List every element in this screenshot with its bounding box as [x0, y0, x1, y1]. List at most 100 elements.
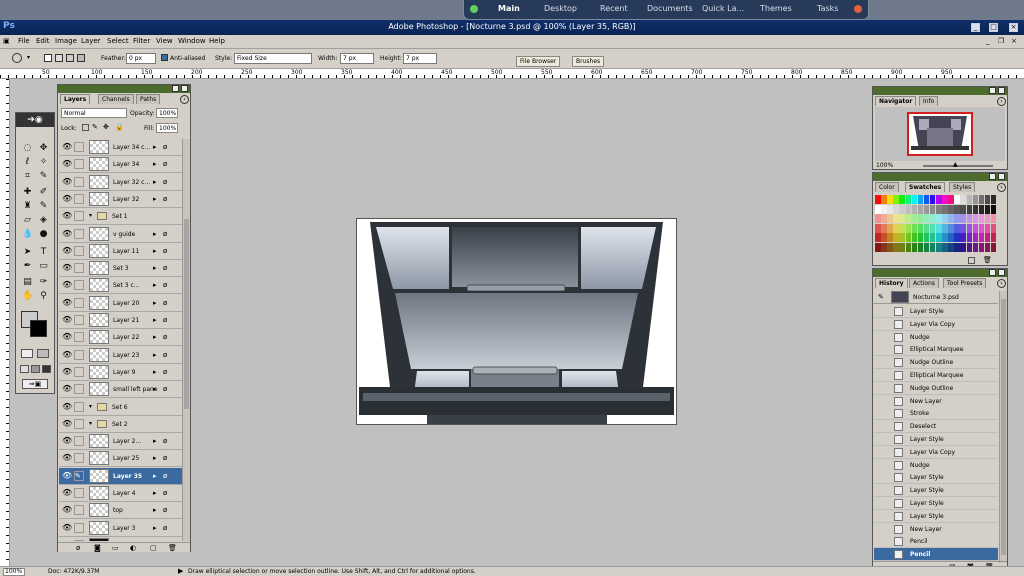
- color-swatch[interactable]: [936, 223, 942, 233]
- layer-effects-icon[interactable]: ø: [163, 247, 171, 255]
- color-swatch[interactable]: [984, 223, 991, 233]
- color-swatch[interactable]: [893, 242, 899, 252]
- layer-effects-icon[interactable]: ø: [163, 351, 171, 359]
- visibility-eye-icon[interactable]: 👁: [62, 419, 72, 428]
- layer-effects-icon[interactable]: ø: [163, 524, 171, 532]
- tab-layers[interactable]: Layers: [60, 94, 91, 104]
- snapshot-row[interactable]: ✎ Nocturne 3.psd: [874, 290, 998, 304]
- color-swatch[interactable]: [929, 223, 936, 233]
- layer-row[interactable]: 👁 Layer 11 ▸ ø: [59, 242, 188, 260]
- color-swatch[interactable]: [972, 223, 979, 233]
- history-menu-icon[interactable]: ›: [997, 279, 1006, 288]
- color-swatch[interactable]: [929, 233, 936, 242]
- color-swatch[interactable]: [929, 204, 936, 214]
- link-box[interactable]: [74, 315, 84, 325]
- layer-effects-icon[interactable]: ø: [163, 160, 171, 168]
- layer-row[interactable]: 👁 Layer 20 ▸ ø: [59, 294, 188, 312]
- history-state[interactable]: Nudge: [874, 330, 998, 344]
- history-state[interactable]: Layer Style: [874, 433, 998, 446]
- tab-info[interactable]: Info: [919, 96, 939, 106]
- layers-close-button[interactable]: [181, 85, 188, 92]
- blend-mode-select[interactable]: Normal: [61, 108, 127, 118]
- antialiased-checkbox[interactable]: [161, 54, 168, 61]
- history-state[interactable]: Elliptical Marquee: [874, 369, 998, 382]
- layers-menu-icon[interactable]: ›: [180, 95, 189, 104]
- lock-position-icon[interactable]: ✥: [103, 123, 109, 131]
- close-button[interactable]: ×: [1009, 23, 1018, 32]
- color-swatch[interactable]: [978, 204, 985, 214]
- layer-effects-icon[interactable]: ø: [163, 316, 171, 324]
- visibility-eye-icon[interactable]: 👁: [62, 264, 72, 272]
- layer-effects-icon[interactable]: ø: [163, 281, 171, 289]
- color-swatch[interactable]: [942, 214, 948, 223]
- width-input[interactable]: 7 px: [340, 53, 374, 64]
- color-swatch[interactable]: [984, 195, 991, 204]
- link-box[interactable]: [74, 193, 84, 204]
- link-box[interactable]: [74, 245, 84, 256]
- doc-close-icon[interactable]: ×: [1011, 37, 1017, 45]
- color-swatch[interactable]: [899, 204, 905, 214]
- new-swatch-icon[interactable]: [968, 257, 975, 264]
- effects-expand-icon[interactable]: ▸: [153, 506, 161, 514]
- color-swatch[interactable]: [936, 242, 942, 252]
- layer-row[interactable]: 👁 ✎ Layer 35 ▸ ø: [59, 467, 188, 485]
- color-swatch[interactable]: [929, 195, 936, 204]
- color-swatch[interactable]: [875, 233, 881, 242]
- color-swatch[interactable]: [917, 214, 924, 223]
- color-swatch[interactable]: [972, 204, 979, 214]
- color-swatch[interactable]: [942, 204, 948, 214]
- color-swatch[interactable]: [893, 223, 899, 233]
- color-swatch[interactable]: [887, 242, 893, 252]
- height-input[interactable]: 7 px: [403, 53, 437, 64]
- history-state[interactable]: Deselect: [874, 420, 998, 434]
- history-state[interactable]: Nudge Outline: [874, 356, 998, 370]
- color-swatch[interactable]: [942, 195, 948, 204]
- color-swatch[interactable]: [923, 195, 930, 204]
- tab-navigator[interactable]: Navigator: [875, 96, 917, 106]
- menu-edit[interactable]: Edit: [36, 37, 50, 45]
- visibility-eye-icon[interactable]: 👁: [62, 333, 72, 341]
- layer-style-icon[interactable]: ø: [76, 544, 80, 552]
- path-selection-icon[interactable]: ➤: [22, 247, 33, 258]
- layer-row[interactable]: 👁 Layer 25 ▸ ø: [59, 450, 188, 468]
- delete-swatch-icon[interactable]: 🗑: [983, 256, 992, 264]
- standard-mode-icon[interactable]: [21, 349, 33, 358]
- color-swatch[interactable]: [923, 204, 930, 214]
- visibility-eye-icon[interactable]: 👁: [62, 316, 72, 324]
- history-minimize-button[interactable]: [989, 269, 996, 276]
- visibility-eye-icon[interactable]: 👁: [62, 402, 72, 411]
- trash-icon[interactable]: 🗑: [168, 544, 177, 552]
- effects-expand-icon[interactable]: ▸: [153, 368, 161, 376]
- layer-row[interactable]: 👁 Layer 32 c... ▸ ø: [59, 173, 188, 191]
- color-swatch[interactable]: [887, 214, 893, 223]
- quick-mask-icon[interactable]: [37, 349, 49, 358]
- file-browser-tab[interactable]: File Browser: [516, 56, 561, 67]
- visibility-eye-icon[interactable]: 👁: [62, 367, 72, 376]
- color-swatch[interactable]: [954, 223, 960, 233]
- new-layer-icon[interactable]: ▢: [150, 544, 157, 552]
- layer-row[interactable]: 👁 ▾ Set 1: [59, 208, 188, 226]
- color-swatch[interactable]: [954, 233, 960, 242]
- history-state[interactable]: New Layer: [874, 394, 998, 408]
- color-swatch[interactable]: [990, 204, 997, 214]
- color-swatch[interactable]: [893, 233, 899, 242]
- crop-tool-icon[interactable]: ⌗: [22, 171, 33, 182]
- color-swatch[interactable]: [936, 214, 942, 223]
- pen-tool-icon[interactable]: ✒: [22, 261, 33, 272]
- color-swatch[interactable]: [990, 223, 997, 233]
- type-tool-icon[interactable]: T: [38, 247, 49, 258]
- dodge-tool-icon[interactable]: ●: [38, 229, 49, 240]
- history-state[interactable]: Layer Style: [874, 305, 998, 318]
- dock-quick-launch[interactable]: Quick La...: [702, 4, 744, 13]
- color-swatch[interactable]: [887, 204, 893, 214]
- visibility-eye-icon[interactable]: 👁: [62, 229, 72, 238]
- opacity-input[interactable]: 100%: [156, 108, 178, 118]
- menu-file[interactable]: File: [18, 37, 30, 45]
- magic-wand-icon[interactable]: ✧: [38, 157, 49, 168]
- link-box[interactable]: [74, 280, 84, 291]
- blur-tool-icon[interactable]: 💧: [22, 229, 33, 240]
- link-box[interactable]: [74, 384, 84, 395]
- history-brush-source-icon[interactable]: ✎: [878, 293, 884, 301]
- tab-color[interactable]: Color: [875, 182, 899, 192]
- layer-row[interactable]: 👁 Layer 21 ▸ ø: [59, 312, 188, 329]
